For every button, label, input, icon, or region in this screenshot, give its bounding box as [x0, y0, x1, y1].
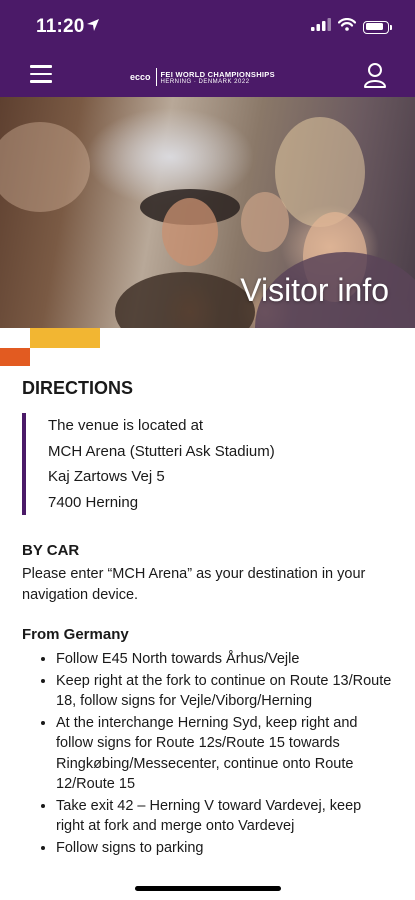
address-line: MCH Arena (Stutteri Ask Stadium)	[48, 442, 275, 460]
address-line: 7400 Herning	[48, 493, 139, 511]
accent-bar-yellow	[30, 328, 100, 348]
from-germany-heading: From Germany	[22, 626, 129, 643]
page-title: Visitor info	[240, 272, 389, 308]
route-step: At the interchange Herning Syd, keep rig…	[56, 713, 392, 795]
status-bar: 11:20	[0, 0, 415, 56]
directions-section: DIRECTIONS The venue is located at MCH A…	[22, 378, 392, 859]
logo-text: FEI WORLD CHAMPIONSHIPS HERNING · DENMAR…	[161, 70, 275, 85]
route-step: Follow E45 North towards Århus/Vejle	[56, 649, 392, 670]
battery-icon	[363, 20, 392, 34]
address-line: Kaj Zartows Vej 5	[48, 468, 165, 485]
championship-logo: ecco FEI WORLD CHAMPIONSHIPS HERNING · D…	[130, 64, 290, 90]
route-step: Follow signs to parking	[56, 838, 392, 859]
wifi-icon	[337, 18, 357, 36]
route-step: Keep right at the fork to continue on Ro…	[56, 671, 392, 712]
app-header: ecco FEI WORLD CHAMPIONSHIPS HERNING · D…	[0, 56, 415, 97]
user-account-icon[interactable]	[363, 62, 387, 93]
cellular-signal-icon	[311, 18, 331, 36]
by-car-text: Please enter “MCH Arena” as your destina…	[22, 566, 366, 603]
route-step: Take exit 42 – Herning V toward Vardevej…	[56, 796, 392, 837]
hero-image: Visitor info	[0, 97, 415, 328]
home-indicator[interactable]	[135, 886, 281, 891]
status-indicators	[311, 18, 392, 36]
accent-bar-orange	[0, 348, 30, 366]
address-line: The venue is located at	[48, 417, 204, 434]
logo-brand: ecco	[130, 72, 151, 82]
logo-line-2: HERNING · DENMARK 2022	[160, 78, 250, 85]
logo-line-1: FEI WORLD CHAMPIONSHIPS	[160, 69, 275, 79]
venue-address: The venue is located at MCH Arena (Stutt…	[22, 413, 392, 515]
from-germany-steps: Follow E45 North towards Århus/Vejle Kee…	[22, 649, 392, 858]
by-car-heading: BY CAR	[22, 542, 80, 559]
location-arrow-icon	[86, 18, 100, 37]
logo-divider	[155, 68, 157, 86]
hamburger-menu-icon[interactable]	[30, 65, 52, 87]
status-time: 11:20	[36, 16, 85, 37]
directions-heading: DIRECTIONS	[22, 378, 134, 398]
